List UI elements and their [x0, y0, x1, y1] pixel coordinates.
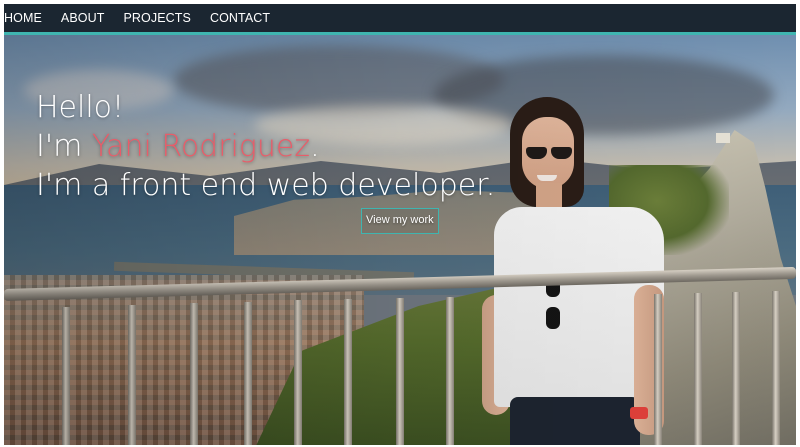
- nav-contact-link[interactable]: CONTACT: [210, 11, 270, 25]
- hero-intro: Hello! I'm Yani Rodriguez. I'm a front e…: [36, 88, 495, 205]
- hero-name: Yani Rodriguez: [91, 129, 311, 164]
- hero-name-suffix: .: [310, 129, 320, 164]
- view-my-work-button[interactable]: View my work: [361, 208, 439, 234]
- hero-greeting: Hello!: [36, 90, 125, 125]
- nav-home-link[interactable]: HOME: [4, 11, 42, 25]
- nav-projects-link[interactable]: PROJECTS: [123, 11, 190, 25]
- nav-list: HOME ABOUT PROJECTS CONTACT: [4, 4, 796, 32]
- navbar: HOME ABOUT PROJECTS CONTACT: [4, 4, 796, 35]
- nav-about-link[interactable]: ABOUT: [61, 11, 105, 25]
- hero-name-prefix: I'm: [36, 129, 92, 164]
- page-frame: HOME ABOUT PROJECTS CONTACT Hello! I'm Y…: [4, 4, 796, 445]
- hero-tagline: I'm a front end web developer.: [36, 168, 496, 203]
- hero-name-line: I'm Yani Rodriguez.: [36, 127, 495, 166]
